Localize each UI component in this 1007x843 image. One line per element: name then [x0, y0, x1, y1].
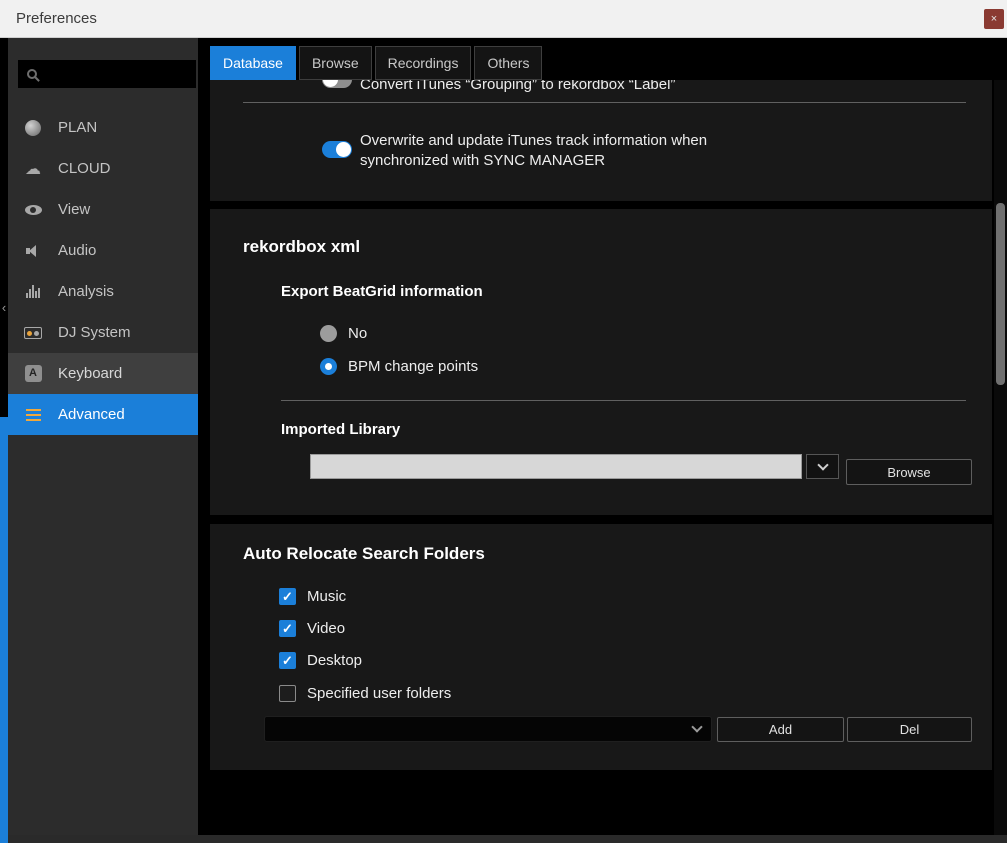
- sidebar-item-analysis[interactable]: Analysis: [8, 271, 198, 312]
- tab-recordings[interactable]: Recordings: [375, 46, 472, 80]
- section-title: rekordbox xml: [243, 237, 360, 257]
- imported-library-heading: Imported Library: [281, 421, 400, 438]
- toggle-knob: [336, 142, 351, 157]
- sidebar-item-label: DJ System: [58, 324, 131, 341]
- divider: [281, 400, 966, 401]
- divider: [243, 102, 966, 103]
- eye-icon: [22, 205, 44, 215]
- overwrite-itunes-label: Overwrite and update iTunes track inform…: [360, 131, 750, 171]
- grouping-row-clipped: Convert iTunes “Grouping” to rekordbox “…: [210, 80, 992, 99]
- sidebar-item-cloud[interactable]: CLOUD: [8, 148, 198, 189]
- sidebar-item-dj-system[interactable]: DJ System: [8, 312, 198, 353]
- toggle-knob: [323, 80, 338, 87]
- sidebar-item-audio[interactable]: Audio: [8, 230, 198, 271]
- panel-collapse-chevron-icon[interactable]: ‹: [0, 300, 8, 315]
- speaker-icon: [22, 245, 44, 257]
- sidebar-item-label: Analysis: [58, 283, 114, 300]
- sidebar-item-label: CLOUD: [58, 160, 111, 177]
- checkbox-label: Desktop: [307, 652, 362, 669]
- section-title: Auto Relocate Search Folders: [243, 544, 485, 564]
- checkbox-music[interactable]: Music: [279, 588, 346, 605]
- checkbox-checked-icon: [279, 588, 296, 605]
- tab-others[interactable]: Others: [474, 46, 542, 80]
- imported-library-input[interactable]: [310, 454, 802, 479]
- grouping-label: Convert iTunes “Grouping” to rekordbox “…: [360, 80, 675, 93]
- auto-relocate-section: Auto Relocate Search Folders Music Video…: [210, 524, 992, 770]
- sidebar-item-label: PLAN: [58, 119, 97, 136]
- rekordbox-xml-section: rekordbox xml Export BeatGrid informatio…: [210, 209, 992, 515]
- checkbox-checked-icon: [279, 620, 296, 637]
- scrollbar-thumb[interactable]: [996, 203, 1005, 385]
- checkbox-label: Music: [307, 588, 346, 605]
- chevron-down-icon: [691, 721, 702, 732]
- scrollbar-track[interactable]: [994, 80, 1007, 835]
- hamburger-icon: [22, 409, 44, 421]
- imported-library-dropdown-button[interactable]: [806, 454, 839, 479]
- sidebar-item-plan[interactable]: PLAN: [8, 107, 198, 148]
- globe-icon: [22, 120, 44, 136]
- radio-label: BPM change points: [348, 358, 478, 375]
- dj-player-icon: [22, 327, 44, 339]
- search-input[interactable]: [18, 60, 196, 88]
- checkbox-label: Video: [307, 620, 345, 637]
- bottom-edge-strip: [8, 835, 1007, 843]
- search-icon: [27, 69, 37, 79]
- radio-selected-icon: [320, 358, 337, 375]
- user-folder-select[interactable]: [264, 716, 712, 742]
- del-button[interactable]: Del: [847, 717, 972, 742]
- sidebar-item-advanced[interactable]: Advanced: [8, 394, 198, 435]
- browse-button[interactable]: Browse: [846, 459, 972, 485]
- add-button[interactable]: Add: [717, 717, 844, 742]
- checkbox-label: Specified user folders: [307, 685, 451, 702]
- checkbox-specified-user-folders[interactable]: Specified user folders: [279, 685, 451, 702]
- sidebar-item-label: View: [58, 201, 90, 218]
- key-a-icon: [22, 365, 44, 382]
- close-button[interactable]: ×: [984, 9, 1004, 29]
- chevron-down-icon: [817, 459, 828, 470]
- overwrite-itunes-toggle[interactable]: [322, 141, 352, 158]
- titlebar: Preferences ×: [0, 0, 1007, 38]
- window-title: Preferences: [16, 10, 97, 27]
- waveform-icon: [22, 285, 44, 298]
- checkbox-checked-icon: [279, 652, 296, 669]
- tab-database[interactable]: Database: [210, 46, 296, 80]
- left-edge-accent: [0, 417, 8, 843]
- radio-label: No: [348, 325, 367, 342]
- sidebar-item-label: Audio: [58, 242, 96, 259]
- radio-unselected-icon: [320, 325, 337, 342]
- preferences-window: Preferences × ‹ PLAN CLOUD View Audio: [0, 0, 1007, 843]
- tab-bar: Database Browse Recordings Others: [210, 46, 542, 80]
- sidebar-item-keyboard[interactable]: Keyboard: [8, 353, 198, 394]
- radio-option-no[interactable]: No: [320, 325, 367, 342]
- sidebar-nav: PLAN CLOUD View Audio Analysis DJ System: [8, 107, 198, 435]
- checkbox-desktop[interactable]: Desktop: [279, 652, 362, 669]
- checkbox-unchecked-icon: [279, 685, 296, 702]
- itunes-section: Convert iTunes “Grouping” to rekordbox “…: [210, 80, 992, 201]
- sidebar-item-label: Keyboard: [58, 365, 122, 382]
- checkbox-video[interactable]: Video: [279, 620, 345, 637]
- sidebar-item-label: Advanced: [58, 406, 125, 423]
- sidebar: PLAN CLOUD View Audio Analysis DJ System: [8, 38, 198, 835]
- grouping-toggle[interactable]: [322, 80, 352, 88]
- cloud-icon: [22, 159, 44, 179]
- beatgrid-heading: Export BeatGrid information: [281, 283, 483, 300]
- radio-option-bpm-change-points[interactable]: BPM change points: [320, 358, 478, 375]
- tab-browse[interactable]: Browse: [299, 46, 372, 80]
- sidebar-item-view[interactable]: View: [8, 189, 198, 230]
